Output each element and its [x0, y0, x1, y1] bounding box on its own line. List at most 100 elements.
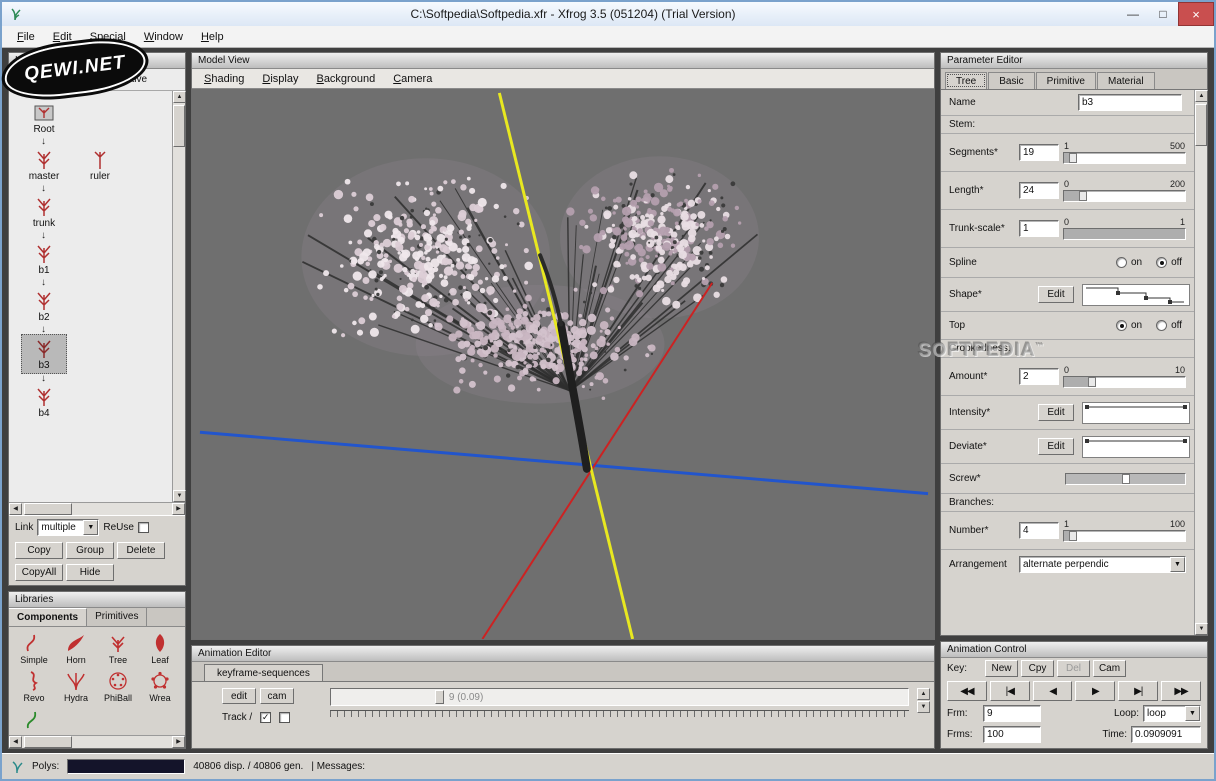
trunk-scale-slider[interactable]: [1063, 228, 1186, 240]
hierarchy-node-b2[interactable]: b2: [21, 287, 67, 325]
library-item-revo[interactable]: Revo: [13, 667, 55, 705]
rewind-button[interactable]: ◀◀: [947, 681, 987, 701]
scroll-down-icon[interactable]: ▼: [917, 701, 930, 713]
dropdown-arrow-icon[interactable]: ▼: [1170, 556, 1185, 572]
menu-help[interactable]: Help: [192, 28, 233, 46]
copyall-button[interactable]: CopyAll: [15, 563, 63, 581]
parameter-editor-vscroll[interactable]: ▲ ▼: [1194, 90, 1208, 635]
library-item-tree[interactable]: Tree: [97, 629, 139, 667]
minimize-button[interactable]: —: [1118, 2, 1148, 26]
hierarchy-node-master[interactable]: master: [21, 146, 67, 184]
reuse-checkbox[interactable]: [137, 522, 149, 533]
scroll-right-icon[interactable]: ▶: [172, 503, 185, 515]
scroll-down-icon[interactable]: ▼: [1195, 623, 1208, 635]
timeline-handle[interactable]: [434, 690, 444, 704]
tab-components[interactable]: Components: [9, 608, 88, 626]
screw-slider[interactable]: [1065, 472, 1186, 485]
library-item-partial[interactable]: [13, 705, 55, 732]
library-item-hydra[interactable]: Hydra: [55, 667, 97, 705]
tab-keyframe-sequences[interactable]: keyframe-sequences: [204, 664, 323, 681]
scroll-left-icon[interactable]: ◀: [9, 736, 22, 748]
dropdown-arrow-icon[interactable]: ▼: [1185, 706, 1200, 721]
hierarchy-node-ruler[interactable]: ruler: [77, 146, 123, 184]
deviate-edit-button[interactable]: Edit: [1038, 438, 1074, 455]
libraries-hscroll[interactable]: ◀ ▶: [9, 735, 185, 748]
number-input[interactable]: [1019, 522, 1059, 539]
hierarchy-node-b1[interactable]: b1: [21, 240, 67, 278]
name-input[interactable]: [1078, 94, 1182, 111]
key-cpy-button[interactable]: Cpy: [1021, 660, 1054, 677]
number-slider[interactable]: [1063, 530, 1186, 542]
step-forward-button[interactable]: ▶|: [1118, 681, 1159, 701]
amount-slider[interactable]: [1063, 376, 1186, 388]
menu-window[interactable]: Window: [135, 28, 192, 46]
menu-file[interactable]: File: [8, 28, 44, 46]
track-checkbox[interactable]: ✓: [260, 712, 272, 723]
tab-primitive[interactable]: Primitive: [1035, 72, 1096, 89]
scroll-right-icon[interactable]: ▶: [172, 736, 185, 748]
hide-button[interactable]: Hide: [66, 563, 114, 581]
shape-edit-button[interactable]: Edit: [1038, 286, 1074, 303]
scroll-track[interactable]: [1195, 102, 1207, 623]
frm-input[interactable]: [983, 705, 1041, 722]
arrangement-dropdown[interactable]: alternate perpendic ▼: [1019, 555, 1186, 573]
library-item-horn[interactable]: Horn: [55, 629, 97, 667]
top-on-radio[interactable]: [1115, 320, 1127, 331]
spline-on-radio[interactable]: [1115, 257, 1127, 268]
length-input[interactable]: [1019, 182, 1059, 199]
scroll-track[interactable]: [22, 503, 172, 515]
copy-button[interactable]: Copy: [15, 542, 63, 559]
scroll-track[interactable]: [173, 103, 185, 490]
hierarchy-node-b4[interactable]: b4: [21, 383, 67, 421]
intensity-edit-button[interactable]: Edit: [1038, 404, 1074, 421]
play-reverse-button[interactable]: ◀: [1032, 681, 1073, 701]
key-cam-button[interactable]: Cam: [1093, 660, 1126, 677]
length-slider[interactable]: [1063, 190, 1186, 202]
loop-dropdown[interactable]: loop ▼: [1143, 705, 1201, 722]
fast-forward-button[interactable]: ▶▶: [1161, 681, 1201, 701]
tab-basic[interactable]: Basic: [988, 72, 1035, 89]
scroll-track[interactable]: [22, 736, 172, 748]
segments-slider[interactable]: [1063, 152, 1186, 164]
delete-button[interactable]: Delete: [117, 542, 165, 559]
timeline-slider[interactable]: 9 (0.09): [330, 688, 909, 706]
hierarchy-node-root[interactable]: Root: [21, 99, 67, 137]
tab-material[interactable]: Material: [1097, 72, 1155, 89]
scroll-left-icon[interactable]: ◀: [9, 503, 22, 515]
segments-input[interactable]: [1019, 144, 1059, 161]
trunk-scale-input[interactable]: [1019, 220, 1059, 237]
3d-viewport[interactable]: [192, 89, 934, 639]
library-item-phiball[interactable]: PhiBall: [97, 667, 139, 705]
timeline-ruler[interactable]: [330, 710, 909, 723]
dropdown-arrow-icon[interactable]: ▼: [83, 520, 99, 535]
scroll-up-icon[interactable]: ▲: [1195, 90, 1208, 102]
library-item-leaf[interactable]: Leaf: [139, 629, 181, 667]
frms-input[interactable]: [983, 726, 1041, 743]
play-button[interactable]: ▶: [1075, 681, 1116, 701]
scroll-up-icon[interactable]: ▲: [173, 91, 186, 103]
menu-camera[interactable]: Camera: [385, 70, 440, 88]
key-new-button[interactable]: New: [985, 660, 1018, 677]
scroll-thumb[interactable]: [24, 503, 72, 515]
cam-button[interactable]: cam: [260, 688, 294, 704]
top-off-radio[interactable]: [1156, 320, 1168, 331]
scroll-thumb[interactable]: [173, 105, 185, 147]
key-del-button[interactable]: Del: [1057, 660, 1090, 677]
hierarchy-node-b3-selected[interactable]: b3: [21, 334, 67, 374]
hierarchy-vscroll[interactable]: ▲ ▼: [172, 91, 186, 502]
titlebar[interactable]: C:\Softpedia\Softpedia.xfr - Xfrog 3.5 (…: [2, 2, 1214, 26]
hierarchy-node-trunk[interactable]: trunk: [21, 193, 67, 231]
hierarchy-hscroll[interactable]: ◀ ▶: [9, 502, 185, 515]
scroll-thumb[interactable]: [1195, 104, 1207, 146]
menu-background[interactable]: Background: [308, 70, 383, 88]
spline-off-radio[interactable]: [1156, 257, 1168, 268]
tab-primitives[interactable]: Primitives: [87, 608, 148, 626]
menu-shading[interactable]: Shading: [196, 70, 252, 88]
scroll-up-icon[interactable]: ▲: [917, 688, 930, 700]
edit-button[interactable]: edit: [222, 688, 256, 704]
library-item-simple[interactable]: Simple: [13, 629, 55, 667]
close-button[interactable]: ×: [1178, 2, 1214, 26]
time-input[interactable]: [1131, 726, 1201, 743]
step-back-button[interactable]: |◀: [989, 681, 1030, 701]
scroll-thumb[interactable]: [24, 736, 72, 748]
